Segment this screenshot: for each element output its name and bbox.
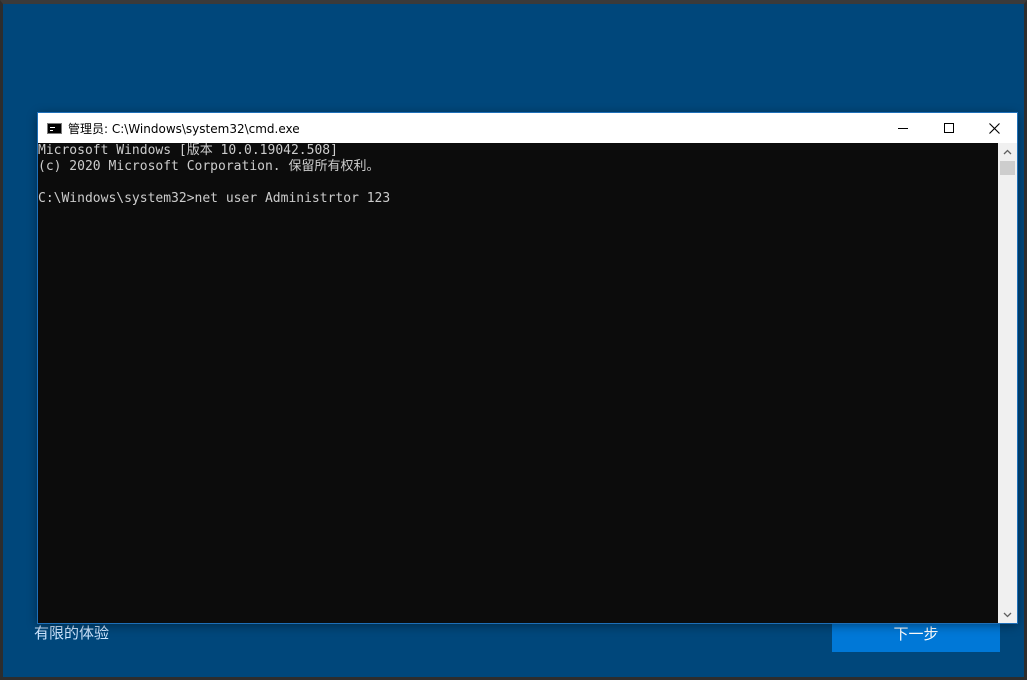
scroll-thumb[interactable] xyxy=(1000,161,1015,175)
console-line: (c) 2020 Microsoft Corporation. 保留所有权利。 xyxy=(38,159,380,174)
console-output[interactable]: Microsoft Windows [版本 10.0.19042.508] (c… xyxy=(38,143,998,623)
maximize-button[interactable] xyxy=(926,113,972,143)
title-bar[interactable]: 管理员: C:\Windows\system32\cmd.exe xyxy=(38,113,1017,143)
console-prompt-line[interactable]: C:\Windows\system32>net user Administrto… xyxy=(38,191,998,207)
limited-experience-link[interactable]: 有限的体验 xyxy=(34,622,109,643)
console-line: Microsoft Windows [版本 10.0.19042.508] xyxy=(38,143,338,158)
top-progress-indicator xyxy=(634,0,829,4)
chevron-up-icon xyxy=(1003,149,1012,154)
chevron-down-icon xyxy=(1003,612,1012,617)
close-icon xyxy=(988,122,1000,134)
window-title: 管理员: C:\Windows\system32\cmd.exe xyxy=(68,121,300,136)
cmd-icon[interactable] xyxy=(47,122,62,134)
scroll-down-button[interactable] xyxy=(998,606,1017,623)
minimize-button[interactable] xyxy=(880,113,926,143)
maximize-icon xyxy=(944,123,954,133)
cmd-window[interactable]: 管理员: C:\Windows\system32\cmd.exe Microso… xyxy=(38,113,1017,623)
minimize-icon xyxy=(898,128,908,129)
close-button[interactable] xyxy=(971,113,1017,143)
vertical-scrollbar[interactable] xyxy=(998,143,1017,623)
scroll-up-button[interactable] xyxy=(998,143,1017,160)
